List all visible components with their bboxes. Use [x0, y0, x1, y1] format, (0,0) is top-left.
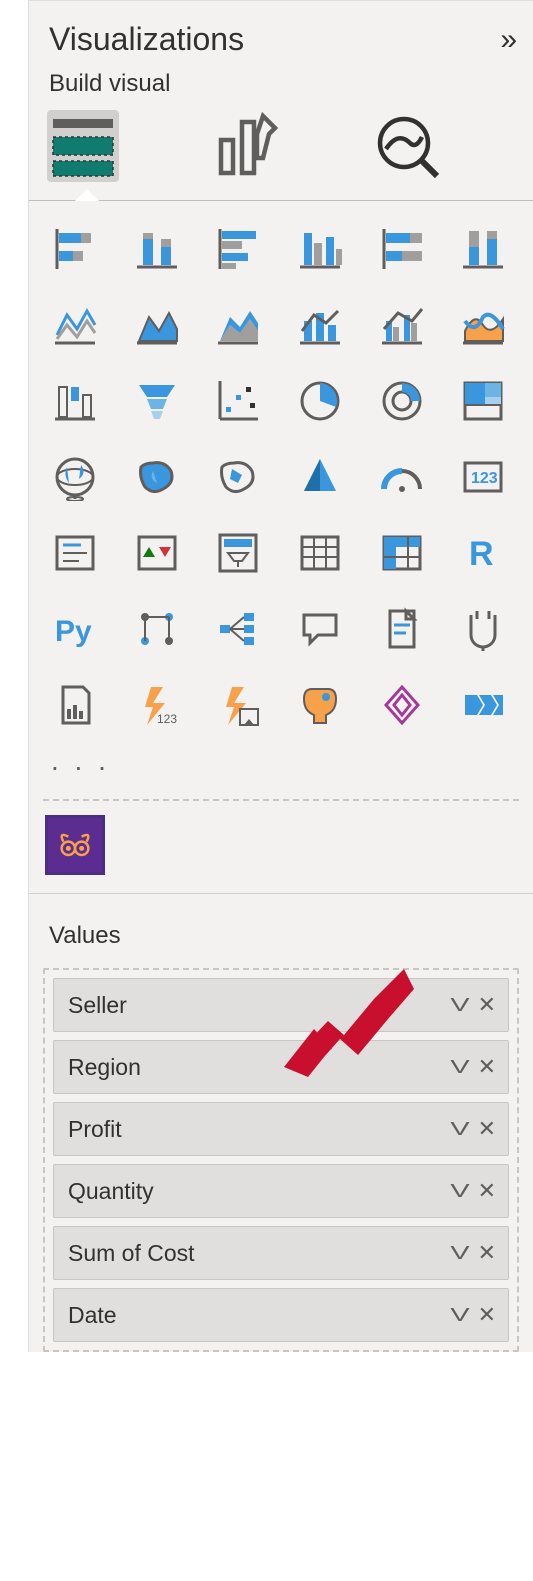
visualizations-panel: Visualizations » Build visual	[28, 0, 533, 1352]
chevron-down-icon[interactable]: V	[450, 1181, 469, 1202]
chevron-down-icon[interactable]: V	[450, 995, 469, 1016]
viz-smart-narrative[interactable]	[372, 601, 432, 657]
viz-decomposition-tree[interactable]	[208, 601, 268, 657]
chevron-down-icon[interactable]: V	[450, 1057, 469, 1078]
viz-funnel-chart[interactable]	[127, 373, 187, 429]
svg-text:Py: Py	[55, 615, 92, 648]
remove-field-icon[interactable]: ✕	[478, 1178, 496, 1204]
svg-text:123: 123	[157, 712, 177, 726]
field-pill-date[interactable]: Date V ✕	[53, 1288, 509, 1342]
viz-metrics[interactable]	[453, 677, 513, 733]
analytics-icon	[371, 110, 443, 182]
viz-100-stacked-bar-chart[interactable]	[372, 221, 432, 277]
visual-type-gallery: 123 R Py 123	[29, 201, 533, 745]
viz-power-automate-2[interactable]	[208, 677, 268, 733]
viz-line-chart[interactable]	[45, 297, 105, 353]
viz-area-chart[interactable]	[127, 297, 187, 353]
values-well-header: Values	[29, 894, 533, 960]
viz-azure-map[interactable]	[290, 449, 350, 505]
field-pill-quantity[interactable]: Quantity V ✕	[53, 1164, 509, 1218]
custom-visual-charticulator[interactable]	[45, 815, 105, 875]
chevron-down-icon[interactable]: V	[450, 1119, 469, 1140]
viz-clustered-column-chart[interactable]	[290, 221, 350, 277]
format-visual-icon	[209, 110, 281, 182]
viz-python-visual[interactable]: Py	[45, 601, 105, 657]
annotation-arrow-icon	[284, 969, 414, 1079]
field-label: Quantity	[68, 1178, 154, 1205]
panel-subtitle: Build visual	[29, 66, 533, 110]
viz-paginated-report[interactable]	[45, 677, 105, 733]
viz-power-automate-1[interactable]: 123	[127, 677, 187, 733]
field-label: Profit	[68, 1116, 122, 1143]
charticulator-icon	[55, 825, 95, 865]
viz-slicer[interactable]	[208, 525, 268, 581]
panel-title: Visualizations	[49, 21, 244, 58]
tab-analytics[interactable]	[371, 110, 443, 182]
viz-pie-chart[interactable]	[290, 373, 350, 429]
viz-stacked-column-chart[interactable]	[127, 221, 187, 277]
field-label: Sum of Cost	[68, 1240, 195, 1267]
viz-clustered-bar-chart[interactable]	[208, 221, 268, 277]
more-visuals-button[interactable]: . . .	[29, 745, 533, 795]
viz-qa[interactable]	[290, 601, 350, 657]
remove-field-icon[interactable]: ✕	[478, 1240, 496, 1266]
remove-field-icon[interactable]: ✕	[478, 992, 496, 1018]
tab-build-visual[interactable]	[47, 110, 119, 182]
viz-donut-chart[interactable]	[372, 373, 432, 429]
viz-matrix[interactable]	[372, 525, 432, 581]
chevron-down-icon[interactable]: V	[450, 1243, 469, 1264]
remove-field-icon[interactable]: ✕	[478, 1116, 496, 1142]
viz-shape-map[interactable]	[208, 449, 268, 505]
field-pill-seller[interactable]: Seller V ✕	[53, 978, 509, 1032]
viz-filled-map[interactable]	[127, 449, 187, 505]
viz-treemap[interactable]	[453, 373, 513, 429]
viz-map[interactable]	[45, 449, 105, 505]
collapse-panel-button[interactable]: »	[500, 23, 513, 57]
viz-100-stacked-column-chart[interactable]	[453, 221, 513, 277]
remove-field-icon[interactable]: ✕	[478, 1054, 496, 1080]
viz-r-script-visual[interactable]: R	[453, 525, 513, 581]
viz-key-influencers[interactable]	[127, 601, 187, 657]
viz-arcgis[interactable]	[372, 677, 432, 733]
viz-card[interactable]: 123	[453, 449, 513, 505]
viz-line-clustered-column-chart[interactable]	[372, 297, 432, 353]
field-pill-profit[interactable]: Profit V ✕	[53, 1102, 509, 1156]
viz-ribbon-chart[interactable]	[453, 297, 513, 353]
viz-table[interactable]	[290, 525, 350, 581]
viz-kpi[interactable]	[127, 525, 187, 581]
viz-stacked-area-chart[interactable]	[208, 297, 268, 353]
field-label: Seller	[68, 992, 127, 1019]
chevron-down-icon[interactable]: V	[450, 1305, 469, 1326]
tab-format-visual[interactable]	[209, 110, 281, 182]
svg-text:R: R	[469, 535, 494, 573]
viz-goals[interactable]	[453, 601, 513, 657]
svg-text:123: 123	[471, 470, 498, 487]
remove-field-icon[interactable]: ✕	[478, 1302, 496, 1328]
values-field-well[interactable]: Seller V ✕ Region V ✕ Profit V ✕ Quantity V…	[43, 968, 519, 1352]
viz-gauge[interactable]	[372, 449, 432, 505]
viz-ai-visual[interactable]	[290, 677, 350, 733]
field-pill-region[interactable]: Region V ✕	[53, 1040, 509, 1094]
field-pill-sum-of-cost[interactable]: Sum of Cost V ✕	[53, 1226, 509, 1280]
section-divider	[43, 799, 519, 801]
viz-stacked-bar-chart[interactable]	[45, 221, 105, 277]
viz-multi-row-card[interactable]	[45, 525, 105, 581]
viz-line-stacked-column-chart[interactable]	[290, 297, 350, 353]
field-label: Date	[68, 1302, 117, 1329]
panel-tabs	[29, 110, 533, 200]
build-visual-icon	[47, 110, 119, 182]
field-label: Region	[68, 1054, 141, 1081]
viz-waterfall-chart[interactable]	[45, 373, 105, 429]
viz-scatter-chart[interactable]	[208, 373, 268, 429]
